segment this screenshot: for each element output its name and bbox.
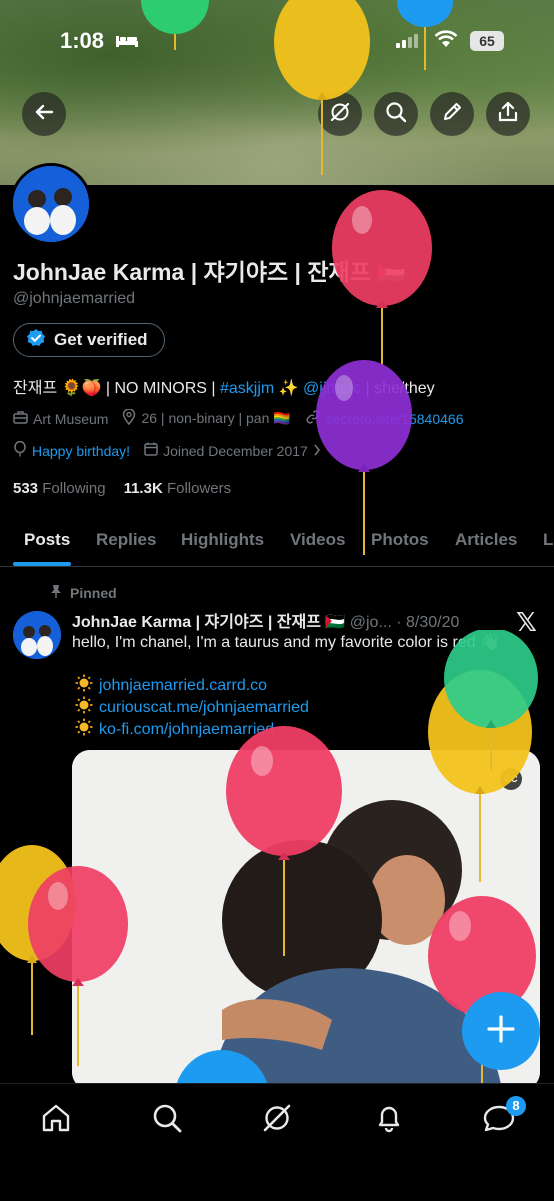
edit-icon (441, 101, 463, 128)
profile-meta-row-2: Happy birthday! Joined December 2017 (13, 440, 335, 460)
post-link-2-text[interactable]: curiouscat.me/johnjaemarried (99, 699, 309, 717)
follow-counts: 533 Following 11.3K Followers (13, 480, 231, 497)
explore-icon[interactable] (151, 1102, 183, 1139)
home-icon[interactable] (40, 1102, 72, 1139)
joined-label: Joined December 2017 (163, 442, 308, 459)
briefcase-icon (13, 410, 28, 427)
post-avatar[interactable] (13, 611, 61, 659)
plus-icon (486, 1014, 516, 1049)
pinned-indicator: Pinned (50, 584, 117, 601)
balloon-icon (13, 440, 27, 460)
tab-articles[interactable]: Articles (455, 530, 517, 550)
edit-profile-button[interactable] (430, 92, 474, 136)
tab-replies[interactable]: Replies (96, 530, 156, 550)
balloon-green-right (444, 630, 538, 770)
location-label: 26 | non-binary | pan 🏳️‍🌈 (141, 410, 291, 426)
bio-hashtag-link[interactable]: #askjjm (220, 380, 274, 397)
tab-likes[interactable]: L (543, 530, 553, 550)
pin-icon (50, 584, 62, 601)
post-link-1-text[interactable]: johnjaemarried.carrd.co (99, 677, 267, 695)
post-link-2[interactable]: curiouscat.me/johnjaemarried (75, 696, 309, 719)
status-time: 1:08 (60, 28, 105, 53)
post-handle-date: @jo... · 8/30/20 (345, 614, 460, 631)
balloon-red-left (28, 866, 128, 1066)
balloon-purple (316, 360, 412, 555)
bio-text-prefix: 잔재프 🌻🍑 | NO MINORS | (13, 380, 220, 397)
grok-nav-icon[interactable] (261, 1102, 293, 1139)
bottom-navigation (0, 1083, 554, 1201)
balloon-blue-top (397, 0, 453, 70)
category-label: Art Museum (33, 410, 109, 427)
post-text: hello, I'm chanel, I'm a taurus and my f… (72, 634, 500, 651)
back-button[interactable] (22, 92, 66, 136)
calendar-icon (144, 442, 158, 459)
profile-tabs: Posts Replies Highlights Videos Photos A… (0, 512, 554, 567)
pinned-label: Pinned (70, 584, 117, 601)
profile-avatar[interactable] (10, 163, 92, 245)
messages-badge: 8 (506, 1096, 526, 1116)
sun-icon (75, 674, 93, 697)
verified-icon (26, 328, 46, 353)
post-link-1[interactable]: johnjaemarried.carrd.co (75, 674, 267, 697)
search-button[interactable] (374, 92, 418, 136)
balloon-yellow-top (274, 0, 370, 175)
balloon-red-mid (332, 190, 432, 365)
location-pin-icon (122, 408, 136, 428)
followers-count: 11.3K (123, 480, 163, 497)
followers-label: Followers (166, 480, 232, 497)
back-arrow-icon (34, 102, 54, 127)
bed-icon (115, 32, 139, 53)
balloon-green-top (141, 0, 209, 50)
following-label: Following (42, 480, 106, 497)
followers-link[interactable]: 11.3K Followers (124, 480, 232, 497)
post-header: JohnJae Karma | 쟈기야즈 | 잔재프 🇵🇸 @jo... · 8… (72, 608, 459, 632)
bio-sparkle: ✨ (274, 380, 304, 397)
profile-handle: @johnjaemarried (13, 290, 136, 307)
share-button[interactable] (486, 92, 530, 136)
get-verified-button[interactable]: Get verified (13, 323, 165, 357)
profile-birthday[interactable]: Happy birthday! (13, 440, 130, 460)
profile-joined: Joined December 2017 (144, 442, 321, 459)
compose-post-button[interactable] (462, 992, 540, 1070)
post-author[interactable]: JohnJae Karma | 쟈기야즈 | 잔재프 🇵🇸 (72, 614, 345, 631)
active-tab-indicator (13, 562, 71, 566)
share-icon (497, 101, 519, 128)
profile-category: Art Museum (13, 410, 108, 427)
battery-indicator: 65 (470, 31, 504, 51)
balloon-red-center (226, 726, 342, 956)
search-icon (385, 101, 407, 128)
following-count: 533 (13, 480, 39, 497)
following-link[interactable]: 533 Following (13, 480, 106, 497)
bell-icon[interactable] (373, 1102, 405, 1139)
sun-icon (75, 718, 93, 741)
profile-location: 26 | non-binary | pan 🏳️‍🌈 (122, 408, 291, 428)
birthday-label[interactable]: Happy birthday! (32, 443, 130, 459)
tab-posts[interactable]: Posts (24, 530, 70, 550)
get-verified-label: Get verified (54, 330, 148, 349)
sun-icon (75, 696, 93, 719)
tab-highlights[interactable]: Highlights (181, 530, 264, 550)
